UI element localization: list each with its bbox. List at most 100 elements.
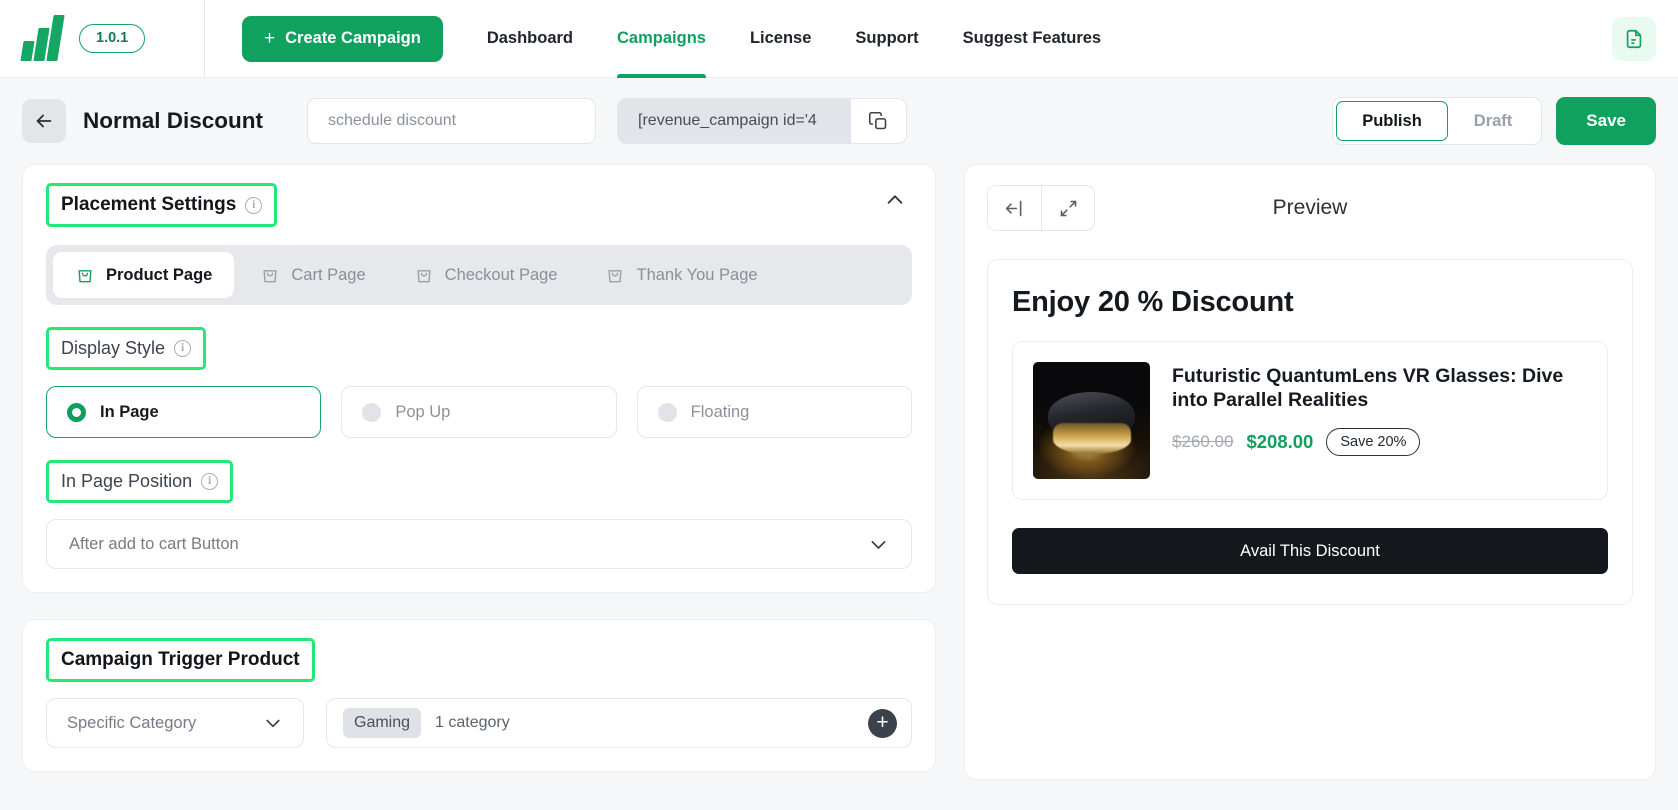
arrow-left-icon [36,114,52,128]
shortcode-group: [revenue_campaign id='4 [617,98,908,144]
copy-shortcode-button[interactable] [850,99,907,143]
radio-icon [67,402,86,422]
tab-cart-page[interactable]: Cart Page [238,252,387,298]
category-count-label: 1 category [435,714,510,731]
vr-headset-product-image [1033,362,1150,479]
display-style-pop-up-label: Pop Up [395,402,451,421]
draft-button[interactable]: Draft [1448,101,1539,141]
info-icon[interactable]: i [245,196,263,214]
publish-button[interactable]: Publish [1336,101,1448,141]
collapse-placement-button[interactable] [878,183,912,222]
tab-checkout-page-label: Checkout Page [444,265,558,284]
category-chip[interactable]: Gaming [343,708,422,738]
display-style-options: In Page Pop Up Floating [46,386,912,438]
nav-item-suggest-features[interactable]: Suggest Features [963,0,1101,78]
display-style-label-row: Display Style i [46,327,912,370]
shopping-bag-icon [263,270,277,283]
display-style-title-highlight: Display Style i [46,327,207,370]
campaign-trigger-row: Specific Category Gaming 1 category + [46,698,912,748]
tab-thank-you-page-label: Thank You Page [636,265,758,284]
save-button[interactable]: Save [1556,97,1656,145]
radio-icon [657,402,677,422]
tab-checkout-page[interactable]: Checkout Page [392,252,580,298]
chevron-down-icon [871,540,886,549]
in-page-position-value: After add to cart Button [69,534,239,553]
radio-icon [362,402,382,422]
brand-zone: 1.0.1 [0,0,205,78]
preview-view-controls [987,185,1095,231]
placement-settings-title: Placement Settings [61,194,237,215]
tab-product-page[interactable]: Product Page [53,252,235,298]
trigger-type-select[interactable]: Specific Category [46,698,304,748]
in-page-position-title-highlight: In Page Position i [46,460,234,503]
product-info: Futuristic QuantumLens VR Glasses: Dive … [1172,362,1587,456]
schedule-discount-input[interactable]: schedule discount [307,98,597,144]
plus-icon: + [264,28,276,49]
nav-item-support[interactable]: Support [855,0,918,78]
bar-chart-logo-icon [20,14,65,61]
product-new-price: $208.00 [1246,430,1314,452]
toolbar-actions: Publish Draft Save [1332,97,1656,145]
main-content: Placement Settings i Product Page Cart P… [0,164,1678,810]
nav-item-campaigns[interactable]: Campaigns [617,0,706,78]
info-icon[interactable]: i [174,340,192,357]
product-old-price: $260.00 [1172,431,1234,451]
document-icon [1626,29,1642,48]
shortcode-value[interactable]: [revenue_campaign id='4 [618,99,851,143]
avail-discount-button[interactable]: Avail This Discount [1012,528,1608,574]
display-style-in-page-label: In Page [100,402,159,421]
display-style-title: Display Style [61,338,166,358]
product-save-badge: Save 20% [1326,427,1421,456]
publish-draft-toggle: Publish Draft [1332,97,1543,145]
campaign-trigger-product-card: Campaign Trigger Product Specific Catego… [22,619,936,772]
schedule-discount-placeholder: schedule discount [328,112,457,129]
product-name: Futuristic QuantumLens VR Glasses: Dive … [1172,365,1564,412]
tab-cart-page-label: Cart Page [291,265,366,284]
nav-item-dashboard[interactable]: Dashboard [487,0,573,78]
campaign-trigger-title: Campaign Trigger Product [61,649,300,670]
collapse-left-icon [1005,200,1022,216]
shopping-bag-icon [608,270,623,283]
preview-product-row: Futuristic QuantumLens VR Glasses: Dive … [1012,341,1608,500]
tab-thank-you-page[interactable]: Thank You Page [583,252,779,298]
create-campaign-button[interactable]: + Create Campaign [242,15,443,62]
expand-fullscreen-icon [1060,200,1076,216]
placement-settings-card: Placement Settings i Product Page Cart P… [22,164,936,593]
documentation-button[interactable] [1612,16,1656,61]
settings-column: Placement Settings i Product Page Cart P… [22,164,936,810]
placement-tabs: Product Page Cart Page Checkout Page Tha… [46,245,912,305]
preview-header: Preview [987,185,1633,231]
display-style-pop-up[interactable]: Pop Up [341,386,617,438]
top-navigation-bar: 1.0.1 + Create Campaign Dashboard Campai… [0,0,1678,78]
plus-circle-icon[interactable]: + [868,708,897,738]
collapse-preview-button[interactable] [988,186,1041,230]
back-button[interactable] [22,99,66,143]
promo-preview: Enjoy 20 % Discount Futuristic QuantumLe… [987,259,1633,605]
copy-icon [868,111,887,129]
in-page-position-label-row: In Page Position i [46,460,912,503]
chevron-up-icon [887,195,903,204]
version-badge: 1.0.1 [79,24,146,53]
display-style-floating-label: Floating [690,402,750,421]
display-style-floating[interactable]: Floating [636,386,912,438]
trigger-type-value: Specific Category [67,713,197,732]
preview-panel: Preview Enjoy 20 % Discount Futuristic Q… [964,164,1656,780]
placement-settings-title-highlight: Placement Settings i [46,183,278,227]
placement-settings-header: Placement Settings i [46,183,912,227]
in-page-position-select[interactable]: After add to cart Button [46,519,912,569]
nav-item-license[interactable]: License [750,0,811,78]
chevron-down-icon [266,719,280,728]
trigger-category-field[interactable]: Gaming 1 category + [326,698,912,748]
campaign-toolbar: Normal Discount schedule discount [reven… [0,78,1678,164]
shopping-bag-icon [417,270,431,283]
create-campaign-label: Create Campaign [285,29,421,47]
preview-column: Preview Enjoy 20 % Discount Futuristic Q… [964,164,1656,810]
shopping-bag-icon [78,270,92,283]
info-icon[interactable]: i [201,473,219,490]
display-style-in-page[interactable]: In Page [46,386,322,438]
tab-product-page-label: Product Page [106,265,213,284]
promo-title: Enjoy 20 % Discount [1012,286,1294,318]
product-prices: $260.00 $208.00 Save 20% [1172,427,1587,456]
expand-preview-button[interactable] [1041,186,1094,230]
in-page-position-title: In Page Position [61,471,193,491]
